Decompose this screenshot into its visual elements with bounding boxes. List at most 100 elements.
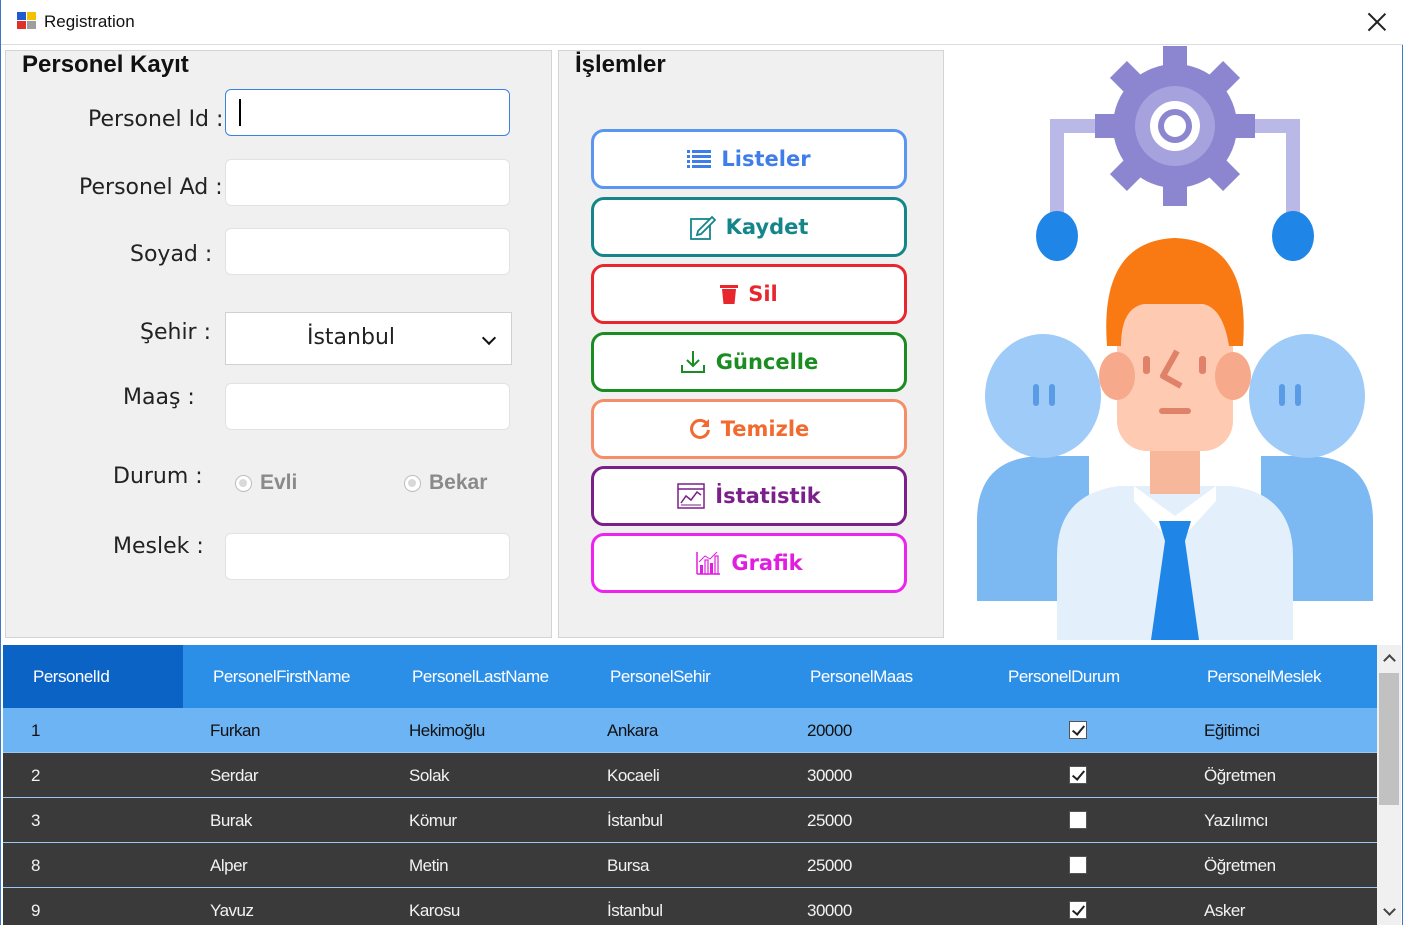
- personel-id-label: Personel Id :: [88, 107, 224, 132]
- chevron-down-icon: [481, 330, 497, 346]
- cell-id: 2: [31, 766, 40, 785]
- refresh-icon: [689, 418, 710, 439]
- durum-evli-label: Evli: [260, 471, 298, 494]
- guncelle-label: Güncelle: [715, 350, 819, 374]
- cell-meslek: Öğretmen: [1204, 766, 1276, 785]
- grid-header: PersonelId PersonelFirstName PersonelLas…: [3, 645, 1377, 709]
- cell-id: 9: [31, 901, 40, 920]
- trash-icon: [720, 285, 739, 304]
- cell-sehir: İstanbul: [607, 901, 663, 920]
- cell-last-name: Solak: [409, 766, 450, 785]
- cell-maas: 20000: [807, 721, 852, 740]
- kaydet-label: Kaydet: [725, 215, 809, 239]
- column-header-personelsehir[interactable]: PersonelSehir: [610, 645, 711, 709]
- bar-chart-icon: [696, 551, 721, 575]
- app-icon: [17, 12, 36, 29]
- cell-sehir: Kocaeli: [607, 766, 660, 785]
- cell-first-name: Alper: [210, 856, 248, 875]
- team-management-illustration: [949, 46, 1401, 640]
- maas-label: Maaş :: [123, 385, 195, 410]
- cell-maas: 25000: [807, 856, 852, 875]
- cell-id: 3: [31, 811, 40, 830]
- temizle-button[interactable]: Temizle: [591, 399, 907, 459]
- column-header-personelmeslek[interactable]: PersonelMeslek: [1207, 645, 1321, 709]
- grafik-label: Grafik: [731, 551, 803, 575]
- table-row[interactable]: 8 Alper Metin Bursa 25000 Öğretmen: [3, 843, 1377, 888]
- sil-label: Sil: [748, 282, 778, 306]
- cell-sehir: Bursa: [607, 856, 649, 875]
- cell-first-name: Burak: [210, 811, 252, 830]
- scroll-up-icon[interactable]: [1377, 645, 1401, 671]
- scroll-down-icon[interactable]: [1377, 899, 1401, 925]
- cell-maas: 30000: [807, 901, 852, 920]
- registration-window: Registration Personel Kayıt Personel Id …: [0, 0, 1403, 925]
- cell-sehir: Ankara: [607, 721, 658, 740]
- radio-circle-icon: [235, 474, 252, 492]
- close-icon[interactable]: [1364, 9, 1390, 35]
- cell-last-name: Karosu: [409, 901, 460, 920]
- table-row[interactable]: 2 Serdar Solak Kocaeli 30000 Öğretmen: [3, 753, 1377, 798]
- cell-meslek: Asker: [1204, 901, 1245, 920]
- sehir-selected-value: İstanbul: [306, 325, 396, 350]
- column-header-personelfirstname[interactable]: PersonelFirstName: [213, 645, 351, 709]
- window-title: Registration: [44, 12, 135, 31]
- column-header-personelid[interactable]: PersonelId: [3, 645, 183, 709]
- cell-first-name: Yavuz: [210, 901, 254, 920]
- table-row[interactable]: 1 Furkan Hekimoğlu Ankara 20000 Eğitimci: [3, 708, 1377, 753]
- personel-kayit-title: Personel Kayıt: [20, 51, 191, 79]
- list-icon: [687, 150, 712, 168]
- cell-sehir: İstanbul: [607, 811, 663, 830]
- column-header-personeldurum[interactable]: PersonelDurum: [1008, 645, 1120, 709]
- cell-id: 8: [31, 856, 40, 875]
- edit-icon: [689, 215, 716, 240]
- meslek-label: Meslek :: [113, 534, 204, 559]
- listeler-button[interactable]: Listeler: [591, 129, 907, 189]
- islemler-group: İşlemler Listeler Kaydet Sil Güncelle Te…: [558, 50, 944, 638]
- guncelle-button[interactable]: Güncelle: [591, 332, 907, 392]
- sehir-select[interactable]: İstanbul: [225, 312, 512, 365]
- istatistik-label: İstatistik: [715, 484, 821, 508]
- cell-maas: 30000: [807, 766, 852, 785]
- meslek-input[interactable]: [225, 533, 510, 580]
- stats-icon: [677, 483, 706, 509]
- personel-data-grid[interactable]: PersonelId PersonelFirstName PersonelLas…: [3, 645, 1377, 925]
- soyad-input[interactable]: [225, 228, 510, 275]
- istatistik-button[interactable]: İstatistik: [591, 466, 907, 526]
- cell-durum-checkbox[interactable]: [1069, 721, 1087, 739]
- cell-last-name: Hekimoğlu: [409, 721, 485, 740]
- radio-circle-icon: [404, 474, 421, 492]
- grafik-button[interactable]: Grafik: [591, 533, 907, 593]
- table-row[interactable]: 9 Yavuz Karosu İstanbul 30000 Asker: [3, 888, 1377, 925]
- personel-id-input[interactable]: [225, 89, 510, 136]
- sehir-label: Şehir :: [140, 320, 212, 345]
- personel-ad-input[interactable]: [225, 159, 510, 206]
- cell-meslek: Eğitimci: [1204, 721, 1260, 740]
- cell-last-name: Metin: [409, 856, 449, 875]
- personel-kayit-group: Personel Kayıt Personel Id : Personel Ad…: [5, 50, 552, 638]
- personel-ad-label: Personel Ad :: [79, 175, 223, 200]
- table-row[interactable]: 3 Burak Kömur İstanbul 25000 Yazılımcı: [3, 798, 1377, 843]
- title-bar: Registration: [1, 0, 1403, 45]
- cell-first-name: Furkan: [210, 721, 260, 740]
- column-header-personellastname[interactable]: PersonelLastName: [412, 645, 549, 709]
- cell-durum-checkbox[interactable]: [1069, 856, 1087, 874]
- sil-button[interactable]: Sil: [591, 264, 907, 324]
- cell-first-name: Serdar: [210, 766, 259, 785]
- durum-bekar-radio[interactable]: Bekar: [404, 471, 487, 495]
- kaydet-button[interactable]: Kaydet: [591, 197, 907, 257]
- cell-last-name: Kömur: [409, 811, 457, 830]
- durum-bekar-label: Bekar: [429, 471, 488, 494]
- cell-durum-checkbox[interactable]: [1069, 901, 1087, 919]
- maas-input[interactable]: [225, 383, 510, 430]
- column-header-personelmaas[interactable]: PersonelMaas: [810, 645, 913, 709]
- cell-meslek: Öğretmen: [1204, 856, 1276, 875]
- cell-durum-checkbox[interactable]: [1069, 811, 1087, 829]
- soyad-label: Soyad :: [130, 242, 213, 267]
- cell-id: 1: [31, 721, 40, 740]
- temizle-label: Temizle: [720, 417, 810, 441]
- cell-durum-checkbox[interactable]: [1069, 766, 1087, 784]
- durum-evli-radio[interactable]: Evli: [235, 471, 297, 495]
- grid-vertical-scrollbar[interactable]: [1377, 645, 1401, 925]
- scrollbar-thumb[interactable]: [1379, 673, 1399, 805]
- text-caret: [239, 99, 241, 126]
